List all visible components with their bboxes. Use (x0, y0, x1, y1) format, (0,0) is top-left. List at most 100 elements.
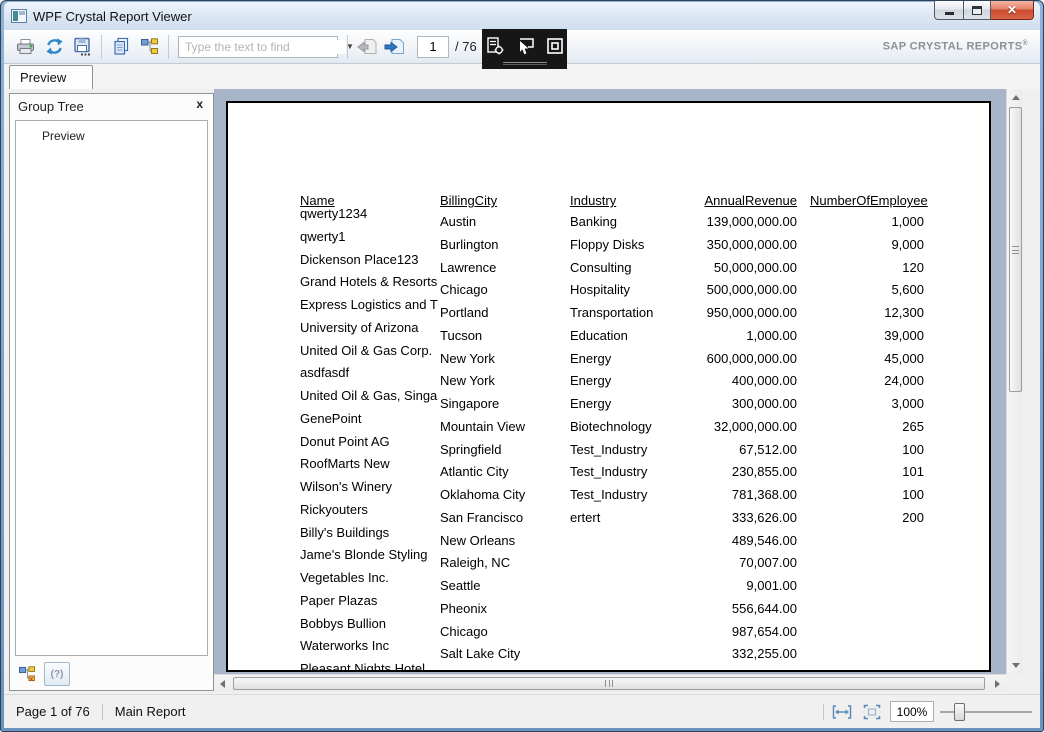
app-window: WPF Crystal Report Viewer ✕ (0, 0, 1044, 732)
fit-page-icon (863, 704, 881, 720)
zoom-slider-thumb[interactable] (954, 703, 965, 721)
zoom-level-input[interactable] (890, 701, 934, 722)
refresh-icon (45, 37, 64, 56)
report-cell-name: RoofMarts New (300, 456, 441, 471)
fit-width-icon (832, 704, 852, 720)
report-cell-revenue: 333,626.00 (672, 510, 797, 525)
fit-width-button[interactable] (830, 702, 854, 722)
scroll-down-button[interactable] (1007, 657, 1024, 674)
search-input[interactable] (179, 40, 346, 54)
printer-icon (16, 38, 36, 56)
report-cell-revenue: 70,007.00 (672, 555, 797, 570)
report-cell-employees: 39,000 (824, 328, 924, 343)
copy-icon (112, 37, 131, 56)
report-cell-revenue: 400,000.00 (672, 373, 797, 388)
report-cell-city: Atlantic City (440, 464, 572, 479)
toggle-group-tree-button[interactable] (135, 33, 163, 61)
group-tree-close-button[interactable]: x (196, 97, 203, 111)
report-cell-city: Portland (440, 305, 572, 320)
parameters-tab-icon: (?) (51, 669, 64, 680)
page-number-input[interactable] (417, 36, 449, 58)
report-cell-name: qwerty1234 (300, 206, 441, 221)
page-total-label: / 76 (455, 39, 477, 54)
report-cell-name: Wilson's Winery (300, 479, 441, 494)
sap-crystal-reports-logo: SAP CRYSTAL REPORTS® (883, 40, 1028, 53)
report-cell-employees: 45,000 (824, 351, 924, 366)
report-cell-employees: 100 (824, 487, 924, 502)
refresh-button[interactable] (40, 33, 68, 61)
report-cell-employees: 100 (824, 442, 924, 457)
report-cell-revenue: 500,000,000.00 (672, 282, 797, 297)
group-tree-tab-button[interactable]: x (14, 662, 40, 686)
tree-item-preview[interactable]: Preview (42, 129, 207, 143)
report-cell-name: Paper Plazas (300, 593, 441, 608)
report-cell-name: Jame's Blonde Styling (300, 547, 441, 562)
previous-page-button[interactable] (353, 33, 381, 61)
status-bar: Page 1 of 76 Main Report (4, 694, 1040, 728)
next-page-button[interactable] (381, 33, 409, 61)
report-cell-employees: 120 (824, 260, 924, 275)
report-cell-employees: 200 (824, 510, 924, 525)
tab-preview-label: Preview (20, 70, 66, 85)
report-cell-name: qwerty1 (300, 229, 441, 244)
fullscreen-button[interactable] (544, 35, 566, 57)
copy-button[interactable] (107, 33, 135, 61)
next-page-icon (384, 38, 406, 56)
report-cell-revenue: 67,512.00 (672, 442, 797, 457)
horizontal-scroll-thumb[interactable] (233, 677, 985, 690)
titlebar: WPF Crystal Report Viewer ✕ (4, 2, 1040, 30)
report-cell-revenue: 556,644.00 (672, 601, 797, 616)
print-button[interactable] (12, 33, 40, 61)
column-header-industry: Industry (570, 193, 616, 208)
report-cell-city: Oklahoma City (440, 487, 572, 502)
report-cell-city: Lawrence (440, 260, 572, 275)
report-cell-name: Express Logistics and T (300, 297, 441, 312)
report-cell-name: Vegetables Inc. (300, 570, 441, 585)
export-save-icon (73, 37, 92, 56)
report-cell-name: GenePoint (300, 411, 441, 426)
parameter-panel-button[interactable] (484, 35, 506, 57)
overlay-drag-handle[interactable] (503, 62, 547, 65)
report-cell-revenue: 350,000,000.00 (672, 237, 797, 252)
scroll-up-button[interactable] (1007, 89, 1024, 106)
arrow-down-icon (1012, 663, 1020, 668)
parameter-panel-icon (485, 36, 505, 56)
report-cell-name: Rickyouters (300, 502, 441, 517)
report-area: Name BillingCity Industry AnnualRevenue … (214, 89, 1026, 696)
report-cell-revenue: 50,000,000.00 (672, 260, 797, 275)
report-canvas: Name BillingCity Industry AnnualRevenue … (214, 89, 1006, 674)
window-title: WPF Crystal Report Viewer (33, 9, 192, 24)
scroll-right-button[interactable] (989, 675, 1006, 693)
report-cell-city: Chicago (440, 282, 572, 297)
report-name-label: Main Report (103, 704, 198, 719)
parameters-tab-button[interactable]: (?) (44, 662, 70, 686)
close-button[interactable]: ✕ (991, 1, 1034, 20)
report-cell-name: Grand Hotels & Resorts (300, 274, 441, 289)
minimize-button[interactable] (934, 1, 963, 20)
fit-page-button[interactable] (860, 702, 884, 722)
select-tool-button[interactable] (514, 35, 536, 57)
maximize-button[interactable] (963, 1, 991, 20)
report-cell-name: Bobbys Bullion (300, 616, 441, 631)
zoom-slider[interactable] (940, 702, 1032, 722)
report-cell-revenue: 32,000,000.00 (672, 419, 797, 434)
report-cell-revenue: 457,912.00 (672, 669, 797, 672)
fullscreen-icon (545, 36, 565, 56)
group-tree-header: Group Tree x (10, 94, 213, 118)
vertical-scrollbar[interactable] (1006, 89, 1023, 674)
vertical-scroll-thumb[interactable] (1009, 107, 1022, 392)
report-cell-city: Raleigh, NC (440, 555, 572, 570)
horizontal-scrollbar[interactable] (214, 674, 1006, 692)
report-cell-employees: 9,000 (824, 237, 924, 252)
report-cell-city: Seattle (440, 578, 572, 593)
report-page: Name BillingCity Industry AnnualRevenue … (226, 101, 991, 672)
scroll-left-button[interactable] (214, 675, 231, 693)
report-cell-revenue: 1,000.00 (672, 328, 797, 343)
report-cell-revenue: 987,654.00 (672, 624, 797, 639)
report-cell-employees: 3,000 (824, 396, 924, 411)
report-cell-city: Austin (440, 214, 572, 229)
export-button[interactable] (68, 33, 96, 61)
report-cell-employees: 265 (824, 419, 924, 434)
report-cell-city: New Orleans (440, 533, 572, 548)
tab-preview[interactable]: Preview (9, 65, 93, 89)
